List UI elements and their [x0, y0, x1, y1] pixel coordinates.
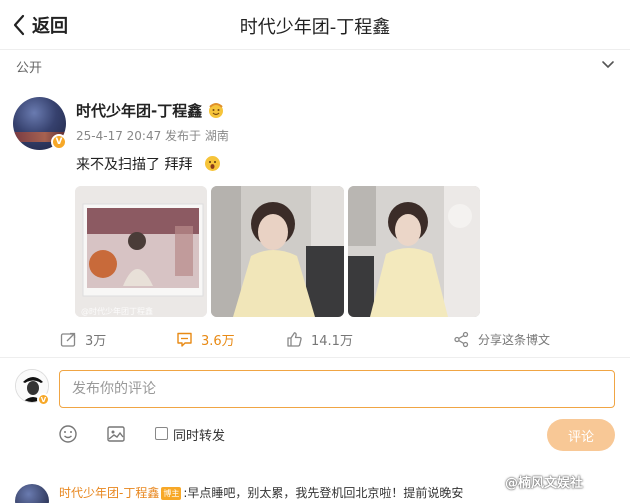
- verified-badge: V: [51, 134, 67, 150]
- post-photo-1[interactable]: [75, 186, 207, 317]
- comment-author[interactable]: 时代少年团-丁程鑫: [59, 486, 159, 500]
- post-meta: 25-4-17 20:47 发布于 湖南: [76, 129, 229, 143]
- submit-comment-button[interactable]: 评论: [547, 419, 615, 451]
- visibility-selector[interactable]: 公开: [0, 51, 630, 81]
- author-name[interactable]: 时代少年团-丁程鑫: [76, 100, 202, 121]
- fan-emoji-icon: [209, 103, 223, 118]
- like-button[interactable]: 14.1万: [286, 329, 353, 349]
- current-user-verified-badge: V: [37, 393, 50, 406]
- divider: [0, 357, 630, 358]
- repost-checkbox[interactable]: [155, 427, 168, 440]
- share-label: 分享这条博文: [478, 332, 551, 347]
- top-bar: 返回 时代少年团-丁程鑫: [0, 0, 630, 50]
- post-text: 来不及扫描了 拜拜: [76, 157, 193, 173]
- image-upload-icon[interactable]: [106, 424, 126, 444]
- like-count: 14.1万: [311, 333, 353, 349]
- author-tag-badge: 博主: [161, 487, 182, 500]
- surprised-emoji-icon: [205, 156, 220, 171]
- emoji-picker-icon[interactable]: [58, 424, 78, 444]
- site-watermark: @楠风文娱社: [505, 476, 584, 491]
- repost-checkbox-label[interactable]: 同时转发: [173, 425, 225, 444]
- commenter-avatar[interactable]: [15, 484, 49, 503]
- comment-button[interactable]: 3.6万: [176, 329, 235, 349]
- comment-icon: [177, 332, 192, 347]
- chevron-down-icon: [602, 61, 614, 69]
- visibility-label: 公开: [16, 61, 43, 76]
- photo-watermark: @时代少年团丁程鑫: [81, 307, 153, 316]
- share-button[interactable]: 分享这条博文: [453, 329, 550, 349]
- comment-input[interactable]: [59, 370, 615, 408]
- repost-icon: [60, 332, 76, 347]
- repost-button[interactable]: 3万: [60, 329, 106, 349]
- comment-count: 3.6万: [201, 333, 235, 349]
- repost-count: 3万: [85, 333, 107, 349]
- thumbs-up-icon: [287, 331, 302, 347]
- post-photo-2[interactable]: [211, 186, 344, 317]
- comment-text: :早点睡吧，别太累，我先登机回北京啦！提前说晚安: [183, 486, 464, 500]
- page-title: 时代少年团-丁程鑫: [239, 17, 391, 38]
- share-icon: [454, 331, 469, 347]
- post-photo-3[interactable]: [348, 186, 480, 317]
